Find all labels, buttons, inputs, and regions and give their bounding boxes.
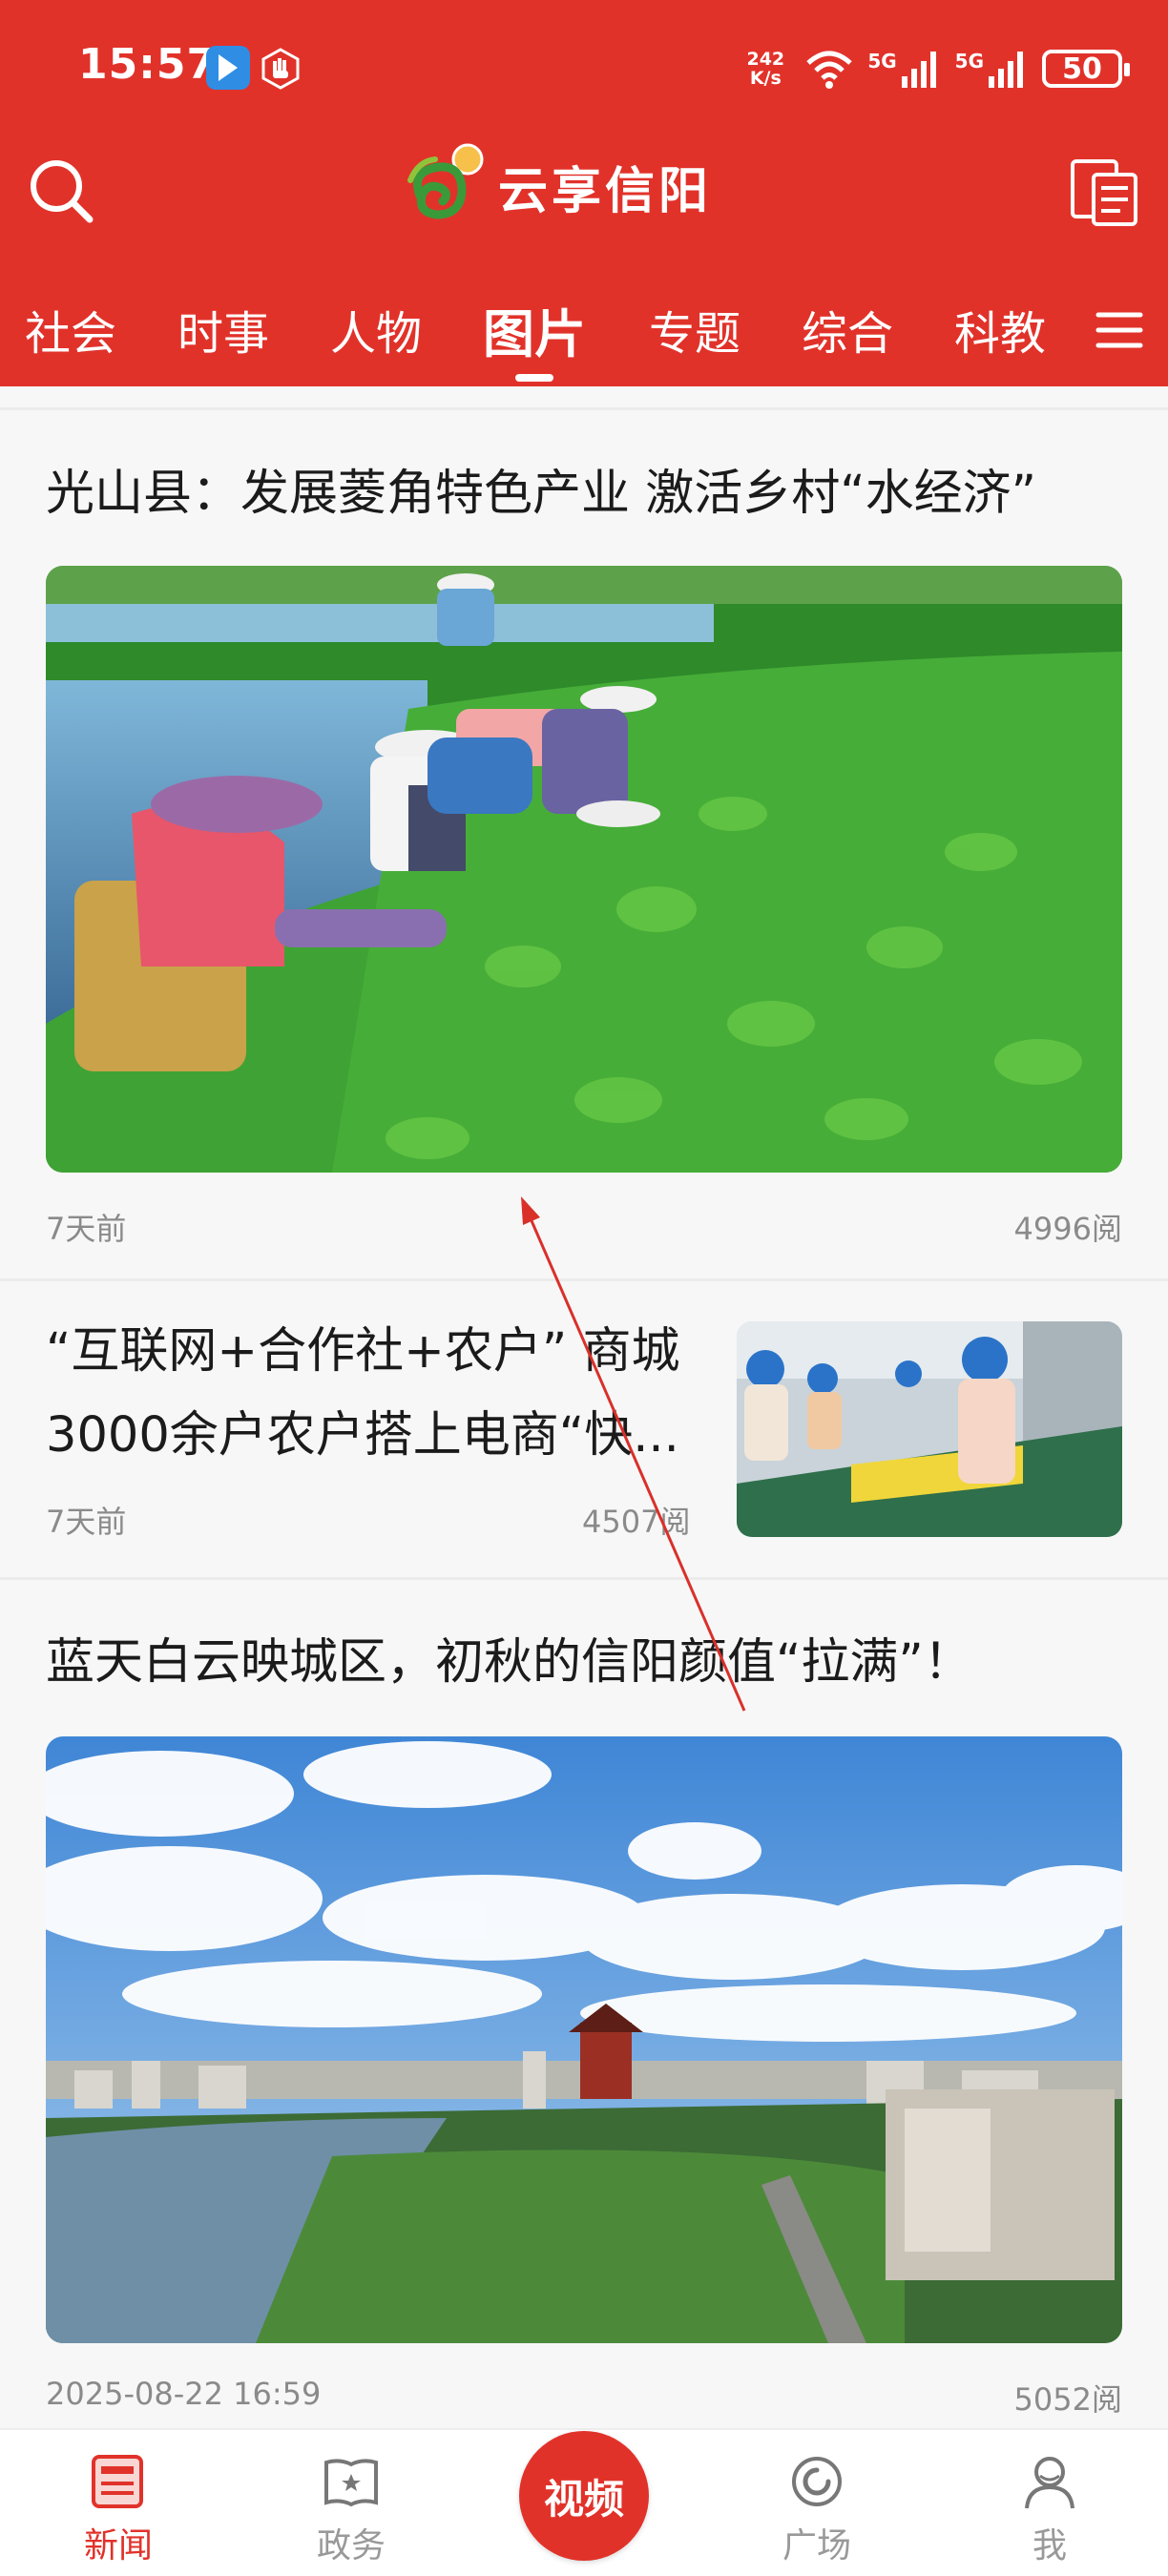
app-header: 15:57 242 K/s 5G 5G 50 云享信阳 社会 时事 人物 图片 … xyxy=(0,0,1168,386)
tab-people[interactable]: 人物 xyxy=(330,296,422,363)
battery-level: 50 xyxy=(1062,52,1102,86)
read-newspaper-icon[interactable] xyxy=(1069,157,1139,228)
logo-swirl-icon xyxy=(407,143,484,219)
status-time: 15:57 xyxy=(78,40,218,89)
logo-text: 云享信阳 xyxy=(498,161,713,220)
battery-icon: 50 xyxy=(1042,50,1130,88)
nav-news-label: 新闻 xyxy=(83,2526,153,2566)
article-time: 7天前 xyxy=(46,1504,127,1540)
article-photo-city-skyline[interactable] xyxy=(46,1736,1122,2343)
article-read-count: 4996阅 xyxy=(1013,1211,1122,1247)
article-title[interactable]: 光山县：发展菱角特色产业 激活乡村“水经济” xyxy=(46,453,1036,524)
nav-news[interactable]: 新闻 xyxy=(42,2451,195,2567)
article-photo-water-chestnut[interactable] xyxy=(46,566,1122,1173)
article-time: 7天前 xyxy=(46,1211,127,1247)
square-circle-icon xyxy=(792,2457,842,2506)
notification-app-icon xyxy=(206,46,250,90)
tab-society[interactable]: 社会 xyxy=(25,296,116,363)
net-speed-unit: K/s xyxy=(749,68,782,89)
nav-government[interactable]: 政务 xyxy=(275,2451,428,2567)
article-time: 2025-08-22 16:59 xyxy=(46,2376,322,2412)
article-title-line-2: 3000余户农户搭上电商“快... xyxy=(46,1407,679,1464)
signal-2: 5G xyxy=(955,50,1029,88)
article-read-count: 5052阅 xyxy=(1013,2381,1122,2418)
signal-1-label: 5G xyxy=(867,50,897,73)
article-read-count: 4507阅 xyxy=(582,1504,691,1540)
video-center-button[interactable]: 视频 xyxy=(519,2431,649,2561)
status-indicators: 242 K/s 5G 5G 50 xyxy=(740,42,1130,95)
hand-notification-icon xyxy=(261,48,300,90)
search-icon[interactable] xyxy=(25,155,97,227)
nav-square-label: 广场 xyxy=(782,2526,851,2566)
nav-me-label: 我 xyxy=(1032,2526,1067,2566)
article-title[interactable]: 蓝天白云映城区，初秋的信阳颜值“拉满”！ xyxy=(46,1622,972,1693)
nav-me[interactable]: 我 xyxy=(973,2451,1126,2567)
network-speed: 242 K/s xyxy=(740,50,791,88)
tab-general[interactable]: 综合 xyxy=(802,296,893,363)
tab-pictures[interactable]: 图片 xyxy=(483,292,586,367)
government-book-icon xyxy=(324,2459,378,2507)
active-tab-indicator xyxy=(515,374,553,382)
divider xyxy=(0,1577,1168,1580)
divider xyxy=(0,407,1168,410)
user-profile-icon xyxy=(1025,2457,1074,2509)
article-thumbnail-packing-line[interactable] xyxy=(737,1321,1122,1537)
nav-square[interactable]: 广场 xyxy=(740,2451,893,2567)
tab-special-topics[interactable]: 专题 xyxy=(649,296,740,363)
signal-2-label: 5G xyxy=(954,50,984,73)
signal-1: 5G xyxy=(867,50,941,88)
wifi-icon xyxy=(806,51,852,89)
category-tabs: 社会 时事 人物 图片 专题 综合 科教 xyxy=(0,286,1168,382)
signal-bars-icon xyxy=(901,52,936,88)
tab-current-affairs[interactable]: 时事 xyxy=(177,296,269,363)
nav-government-label: 政务 xyxy=(316,2526,386,2566)
news-feed[interactable]: 光山县：发展菱角特色产业 激活乡村“水经济” 7天前 4996阅 “互联网+合作… xyxy=(0,386,1168,2428)
tab-science-education[interactable]: 科教 xyxy=(954,296,1046,363)
hamburger-menu-icon[interactable] xyxy=(1093,303,1146,357)
article-title-line-1: “互联网+合作社+农户” 商城 xyxy=(46,1323,680,1380)
article-title[interactable]: “互联网+合作社+农户” 商城 3000余户农户搭上电商“快... xyxy=(46,1310,704,1478)
newspaper-icon xyxy=(92,2455,143,2508)
status-bar: 15:57 242 K/s 5G 5G 50 xyxy=(0,0,1168,134)
signal-bars-icon xyxy=(989,52,1023,88)
net-speed-value: 242 xyxy=(746,49,785,70)
divider xyxy=(0,1278,1168,1281)
app-logo: 云享信阳 xyxy=(401,138,712,234)
